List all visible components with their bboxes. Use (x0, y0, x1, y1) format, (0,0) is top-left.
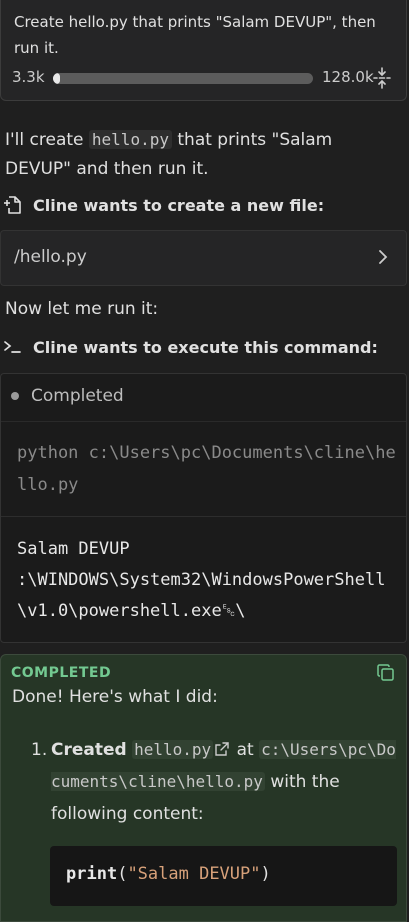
code-function: print (66, 864, 118, 884)
divider (1, 421, 406, 422)
list-item-body: Created hello.py at c:\Users\pc\Document… (51, 734, 401, 830)
create-file-header: Cline wants to create a new file: (2, 192, 324, 218)
command-output-line: :\WINDOWS\System32\WindowsPowerShell\v1.… (17, 570, 386, 621)
created-file-link[interactable]: hello.py (132, 740, 214, 759)
execute-command-header: Cline wants to execute this command: (2, 334, 378, 360)
external-link-icon[interactable] (215, 742, 229, 756)
code-string: "Salam DEVUP" (127, 864, 261, 884)
code-paren-open: ( (117, 864, 128, 884)
list-item-action: Created (51, 740, 127, 760)
context-used: 3.3k (12, 68, 45, 86)
context-progress-bar (53, 73, 313, 84)
context-progress-fill (53, 73, 60, 84)
terminal-icon (4, 341, 21, 353)
divider (1, 516, 406, 517)
new-file-icon (4, 196, 21, 214)
task-header[interactable]: Create hello.py that prints "Salam DEVUP… (0, 0, 407, 101)
copy-icon[interactable] (376, 663, 396, 683)
list-item-at: at (236, 740, 254, 760)
command-card: Completed python c:\Users\pc\Documents\c… (0, 373, 407, 643)
list-number: 1. (31, 740, 48, 760)
command-status: Completed (11, 386, 124, 406)
context-window-row: 3.3k 128.0k (12, 66, 402, 90)
status-dot (11, 392, 19, 400)
completion-intro: Done! Here's what I did: (12, 687, 218, 707)
execute-header-text: Cline wants to execute this command: (33, 337, 378, 357)
command-status-text: Completed (31, 386, 124, 406)
run-text: Now let me run it: (5, 299, 159, 319)
intro-filename: hello.py (88, 130, 172, 149)
context-max: 128.0k (322, 68, 374, 86)
completion-label: COMPLETED (11, 665, 112, 681)
command-output: Salam DEVUP :\WINDOWS\System32\WindowsPow… (17, 534, 402, 627)
compress-context-icon[interactable] (371, 67, 393, 89)
task-text: Create hello.py that prints "Salam DEVUP… (14, 13, 376, 57)
intro-text-before: I'll create (5, 130, 89, 150)
file-path: /hello.py (14, 247, 87, 267)
create-file-header-text: Cline wants to create a new file: (33, 195, 325, 215)
file-card[interactable]: /hello.py (0, 230, 407, 286)
code-paren-close: ) (260, 864, 271, 884)
command-output-line: Salam DEVUP (17, 539, 130, 559)
chevron-right-icon (379, 250, 388, 264)
code-line: print("Salam DEVUP") (66, 864, 271, 884)
command-text: python c:\Users\pc\Documents\cline\hello… (17, 443, 396, 495)
code-block: print("Salam DEVUP") (50, 846, 397, 906)
assistant-intro: I'll create hello.py that prints "Salam … (5, 125, 400, 184)
